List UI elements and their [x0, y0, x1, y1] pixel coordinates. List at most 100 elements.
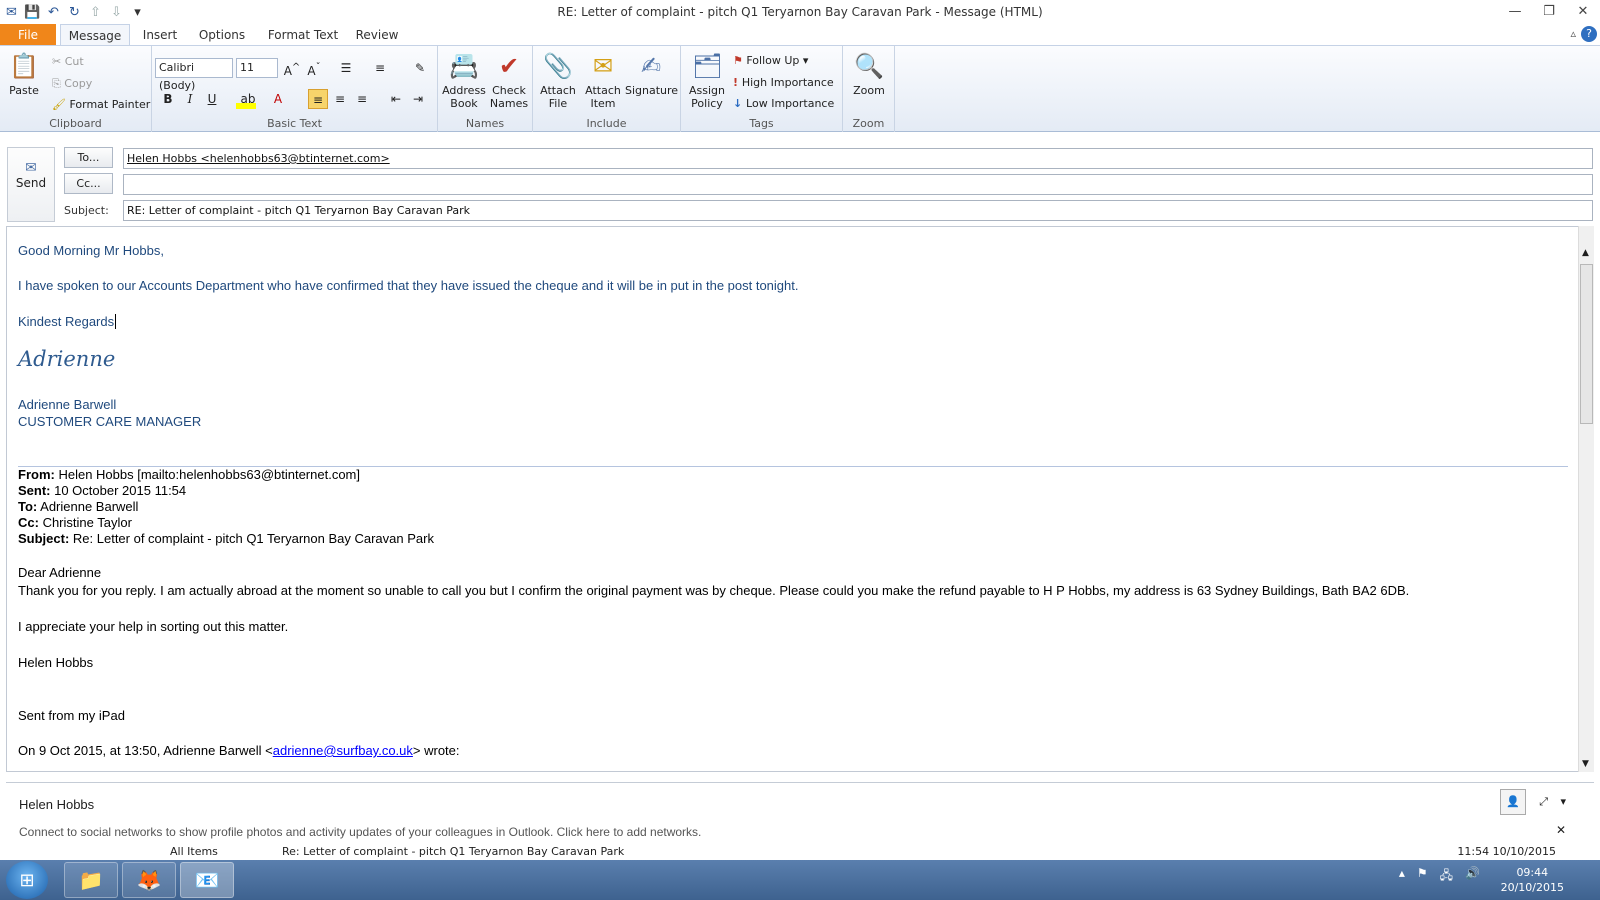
basic-text-label: Basic Text [267, 117, 322, 130]
scroll-down-icon[interactable]: ▼ [1582, 759, 1589, 769]
subject-field[interactable]: RE: Letter of complaint - pitch Q1 Terya… [123, 200, 1593, 221]
cc-button[interactable]: Cc... [64, 173, 113, 194]
check-names-icon: ✔ [498, 52, 520, 80]
send-button[interactable]: ✉ Send [7, 147, 55, 222]
copy-button[interactable]: ⎘ Copy [52, 77, 92, 91]
tags-label: Tags [749, 117, 774, 130]
message-body[interactable]: Good Morning Mr Hobbs, I have spoken to … [6, 226, 1580, 772]
firefox-icon: 🦊 [136, 868, 162, 892]
collapse-icon[interactable]: ▾ [1560, 795, 1566, 808]
tab-file[interactable]: File [0, 24, 56, 46]
action-center-flag-icon[interactable]: ⚑ [1417, 866, 1428, 887]
firefox-taskbar-button[interactable]: 🦊 [122, 862, 176, 898]
email-link[interactable]: adrienne@surfbay.co.uk [273, 743, 413, 758]
attach-item-button[interactable]: ✉ Attach Item [583, 50, 623, 110]
follow-up-button[interactable]: ⚑ Follow Up ▾ [733, 54, 808, 67]
network-icon[interactable]: 🖧 [1440, 866, 1453, 887]
magnifier-icon: 🔍 [854, 52, 884, 80]
system-tray: ▴ ⚑ 🖧 🔊 [1399, 866, 1480, 887]
expand-icon[interactable]: ⤢ [1539, 795, 1548, 809]
restore-icon[interactable]: ❐ [1532, 0, 1566, 22]
start-button[interactable]: ⊞ [6, 861, 48, 899]
assign-policy-button[interactable]: 🗂 Assign Policy [685, 50, 729, 110]
increase-indent-icon[interactable]: ⇥ [408, 89, 428, 109]
italic-icon[interactable]: I [180, 89, 200, 109]
signature-button[interactable]: ✍ Signature [625, 50, 678, 97]
address-book-button[interactable]: 📇 Address Book [442, 50, 486, 110]
volume-icon[interactable]: 🔊 [1465, 866, 1480, 887]
font-size-combo[interactable]: 11 [236, 58, 278, 78]
item-subject[interactable]: Re: Letter of complaint - pitch Q1 Terya… [282, 845, 624, 858]
copy-icon: ⎘ [52, 77, 65, 90]
numbering-icon[interactable]: ≡ [370, 58, 390, 78]
decrease-indent-icon[interactable]: ⇤ [386, 89, 406, 109]
clock-time: 09:44 [1516, 866, 1549, 879]
greeting: Good Morning Mr Hobbs, [18, 243, 164, 258]
tab-format-text[interactable]: Format Text [266, 24, 340, 46]
people-item-row[interactable]: All Items Re: Letter of complaint - pitc… [146, 843, 1586, 859]
quoted-ipad: Sent from my iPad [18, 708, 125, 723]
close-icon[interactable]: ✕ [1566, 0, 1600, 22]
font-name-combo[interactable]: Calibri (Body) [155, 58, 233, 92]
minimize-ribbon-icon[interactable]: ▵ [1570, 27, 1576, 40]
quoted-to: To: Adrienne Barwell [18, 499, 139, 514]
tab-message[interactable]: Message [60, 24, 130, 46]
tab-insert[interactable]: Insert [138, 24, 182, 46]
clock[interactable]: 09:44 20/10/2015 [1501, 865, 1564, 895]
attach-file-button[interactable]: 📎 Attach File [539, 50, 577, 110]
to-button[interactable]: To... [64, 147, 113, 168]
avatar[interactable]: 👤 [1500, 789, 1526, 815]
scroll-thumb[interactable] [1580, 264, 1593, 424]
title-bar: ✉ 💾 ↶ ↻ ⇧ ⇩ ▾ RE: Letter of complaint - … [0, 0, 1600, 24]
people-pane: Helen Hobbs 👤 ⤢ ▾ Connect to social netw… [6, 782, 1594, 862]
font-color-icon[interactable]: A [268, 89, 288, 109]
folder-icon: 📁 [78, 868, 104, 892]
subject-label: Subject: [64, 204, 109, 217]
align-center-icon[interactable]: ≡ [330, 89, 350, 109]
align-right-icon[interactable]: ≡ [352, 89, 372, 109]
explorer-taskbar-button[interactable]: 📁 [64, 862, 118, 898]
grow-font-icon[interactable]: A^ [282, 58, 302, 78]
close-notice-icon[interactable]: ✕ [1556, 823, 1566, 837]
quoted-name: Helen Hobbs [18, 655, 94, 670]
body-paragraph: I have spoken to our Accounts Department… [18, 278, 799, 293]
down-arrow-icon: ↓ [733, 97, 747, 110]
align-left-icon[interactable]: ≡ [308, 89, 328, 109]
names-label: Names [465, 117, 505, 130]
minimize-icon[interactable]: — [1498, 0, 1532, 22]
tray-expand-icon[interactable]: ▴ [1399, 866, 1405, 887]
bullets-icon[interactable]: ☰ [336, 58, 356, 78]
format-painter-button[interactable]: 🖌 Format Painter [52, 98, 150, 111]
tab-options[interactable]: Options [196, 24, 248, 46]
zoom-button[interactable]: 🔍 Zoom [847, 50, 891, 97]
zoom-label: Zoom [852, 117, 885, 130]
ribbon-tabs: File Message Insert Options Format Text … [0, 24, 1600, 46]
underline-icon[interactable]: U [202, 89, 222, 109]
help-icon[interactable]: ? [1581, 26, 1597, 42]
highlight-pen-icon[interactable]: ab [238, 89, 258, 109]
bold-icon[interactable]: B [158, 89, 178, 109]
social-notice[interactable]: Connect to social networks to show profi… [19, 825, 701, 839]
paste-button[interactable]: 📋 Paste [6, 50, 42, 97]
names-group: 📇 Address Book ✔ Check Names Names [438, 46, 533, 132]
zoom-group: 🔍 Zoom Zoom [843, 46, 895, 132]
low-importance-button[interactable]: ↓ Low Importance [733, 97, 834, 110]
brush-icon: 🖌 [52, 98, 70, 111]
tab-review[interactable]: Review [352, 24, 402, 46]
all-items-tab[interactable]: All Items [170, 845, 218, 858]
shrink-font-icon[interactable]: Aˇ [304, 58, 324, 78]
windows-logo-icon: ⊞ [19, 869, 35, 891]
body-scrollbar[interactable]: ▲ ▼ [1578, 226, 1594, 772]
outlook-taskbar-button[interactable]: 📧 [180, 862, 234, 898]
clear-format-icon[interactable]: ✎ [410, 58, 430, 78]
to-field[interactable]: Helen Hobbs <helenhobbs63@btinternet.com… [123, 148, 1593, 169]
outlook-icon: 📧 [194, 868, 220, 892]
check-names-button[interactable]: ✔ Check Names [488, 50, 530, 110]
scroll-up-icon[interactable]: ▲ [1582, 248, 1589, 258]
quoted-subject: Subject: Re: Letter of complaint - pitch… [18, 531, 434, 546]
cc-field[interactable] [123, 174, 1593, 195]
address-book-icon: 📇 [449, 52, 479, 80]
high-importance-button[interactable]: ! High Importance [733, 76, 834, 89]
quoted-wrote: On 9 Oct 2015, at 13:50, Adrienne Barwel… [18, 743, 460, 758]
cut-button[interactable]: ✂ Cut [52, 55, 84, 68]
